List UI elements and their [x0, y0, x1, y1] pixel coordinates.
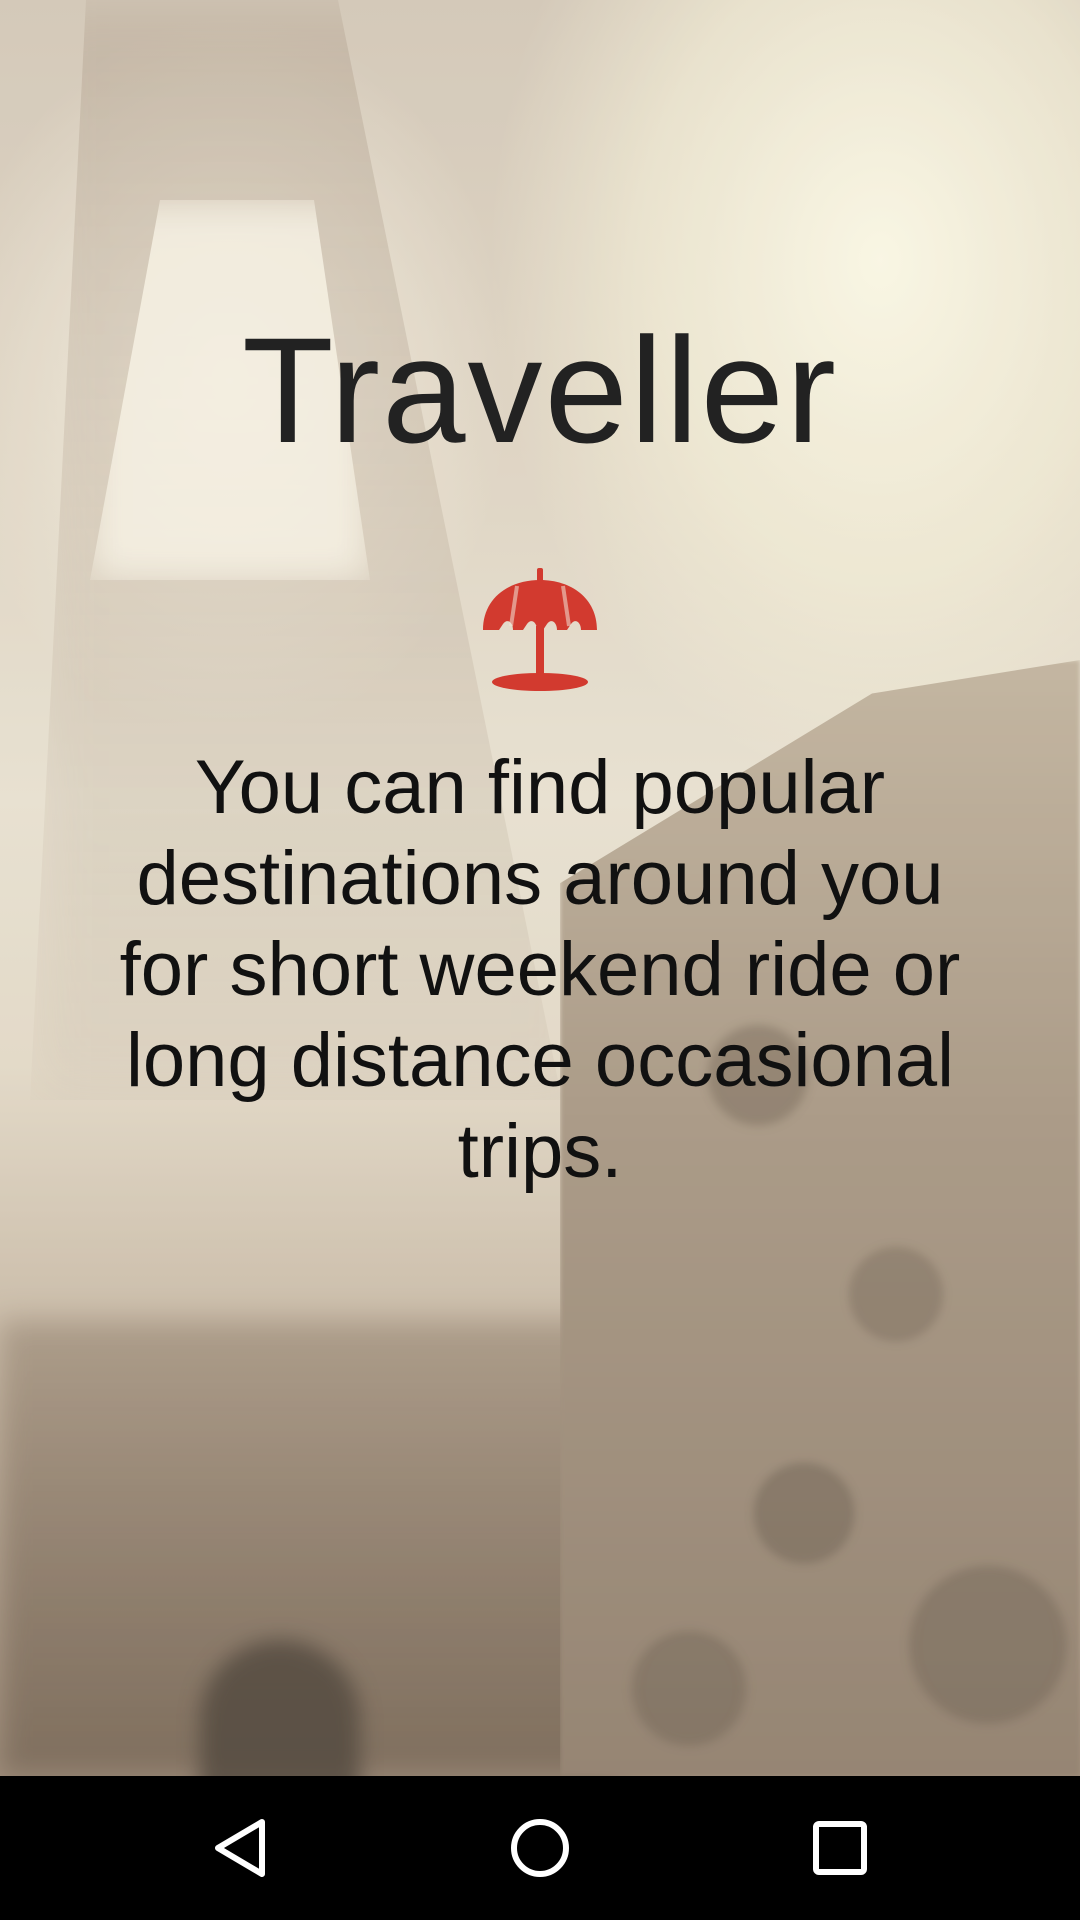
recents-icon: [813, 1821, 867, 1875]
back-button[interactable]: [160, 1776, 320, 1920]
app-title: Traveller: [242, 306, 838, 474]
onboarding-screen: Traveller You can find popular destinati…: [0, 0, 1080, 1920]
onboarding-content: Traveller You can find popular destinati…: [0, 0, 1080, 1776]
home-icon: [511, 1819, 569, 1877]
onboarding-description: You can find popular destinations around…: [119, 745, 961, 1194]
back-icon: [215, 1819, 265, 1877]
system-navigation-bar: [0, 1776, 1080, 1920]
recents-button[interactable]: [760, 1776, 920, 1920]
home-button[interactable]: [460, 1776, 620, 1920]
beach-umbrella-icon: [477, 568, 603, 692]
